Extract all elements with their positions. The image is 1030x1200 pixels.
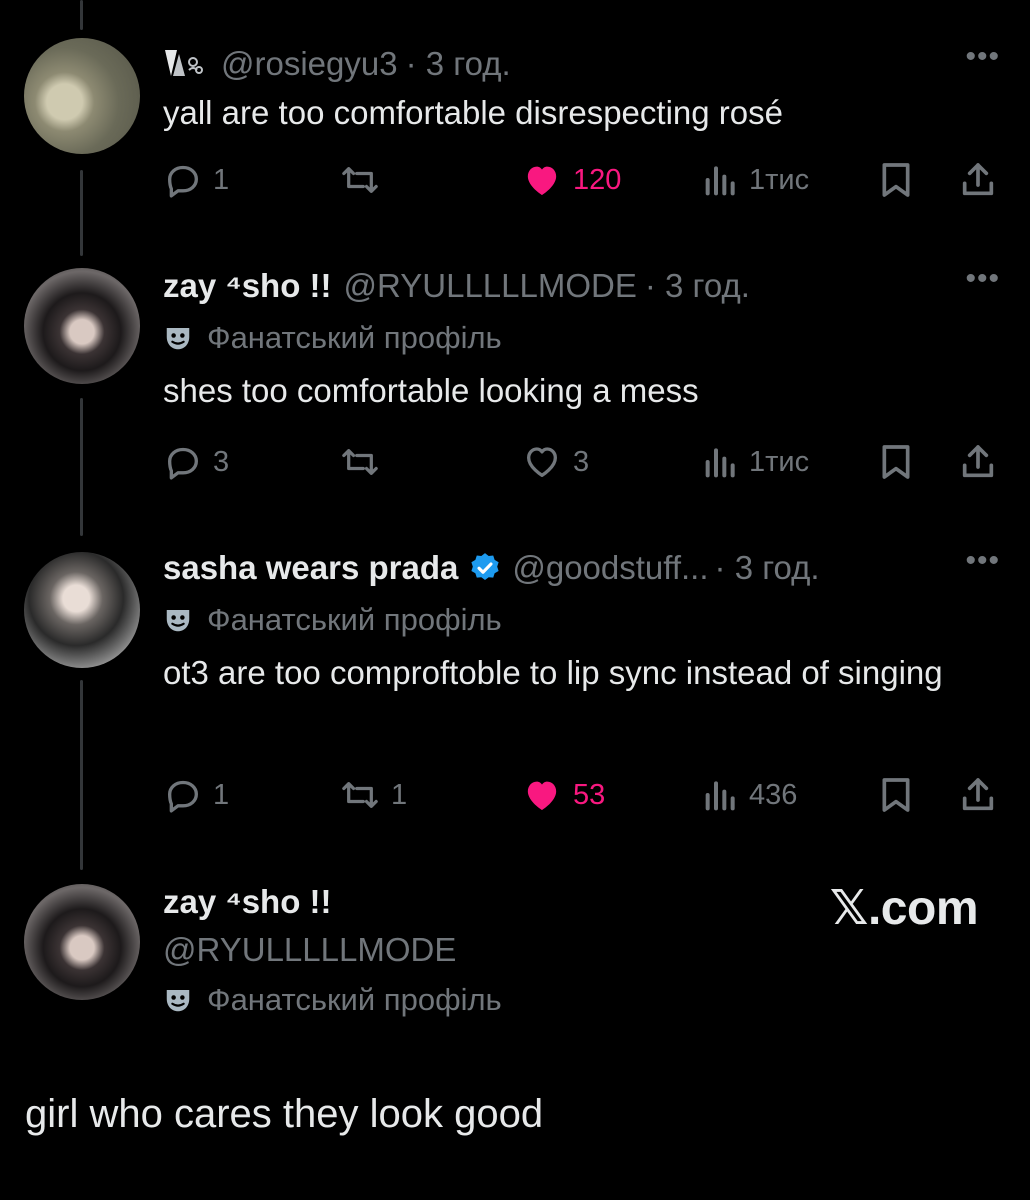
- watermark: 𝕏.com: [829, 882, 979, 935]
- views-icon: [703, 775, 739, 815]
- thread-line: [80, 0, 83, 30]
- verified-badge-icon: [468, 551, 502, 585]
- thread-line: [80, 680, 83, 870]
- action-bar: 1 120 1тис: [163, 155, 1002, 205]
- fan-profile-label: Фанатський профіль: [163, 978, 1000, 1022]
- like-count: 120: [573, 163, 622, 196]
- retweet-button[interactable]: [339, 155, 391, 205]
- retweet-count: 1: [391, 778, 408, 811]
- bookmark-icon: [878, 160, 914, 200]
- avatar[interactable]: [24, 268, 140, 384]
- views-button[interactable]: 1тис: [703, 437, 809, 487]
- mask-icon: [163, 605, 193, 635]
- timestamp[interactable]: · 3 год.: [715, 549, 820, 587]
- tweet-text: ot3 are too comproftoble to lip sync ins…: [163, 654, 943, 691]
- share-button[interactable]: [958, 437, 998, 487]
- retweet-icon: [339, 160, 381, 200]
- bookmark-button[interactable]: [878, 155, 914, 205]
- reply-button[interactable]: 3: [163, 437, 229, 487]
- avatar[interactable]: [24, 38, 140, 154]
- user-handle[interactable]: @RYULLLLLMODE: [163, 931, 456, 969]
- heart-icon: [521, 442, 563, 482]
- views-count: 1тис: [749, 163, 810, 196]
- reply-count: 1: [213, 163, 230, 196]
- tweet: @rosiegyu3 · 3 год. ••• yall are too com…: [163, 42, 1000, 138]
- fan-profile-text: Фанатський профіль: [207, 320, 502, 355]
- user-handle[interactable]: @rosiegyu3: [221, 45, 398, 83]
- views-icon: [703, 160, 739, 200]
- retweet-button[interactable]: 1: [339, 770, 407, 820]
- bookmark-button[interactable]: [878, 770, 914, 820]
- avatar[interactable]: [24, 884, 140, 1000]
- retweet-icon: [339, 775, 381, 815]
- tweet-header: sasha wears prada @goodstuff... · 3 год.: [163, 546, 1000, 590]
- more-icon[interactable]: •••: [965, 264, 1000, 294]
- fan-profile-text: Фанатський профіль: [207, 982, 502, 1017]
- tweet-text: yall are too comfortable disrespecting r…: [163, 94, 783, 131]
- like-button[interactable]: 120: [521, 155, 621, 205]
- tweet-text: shes too comfortable looking a mess: [163, 372, 699, 409]
- action-bar: 1 1 53 436: [163, 770, 1002, 820]
- timestamp[interactable]: · 3 год.: [645, 267, 750, 305]
- like-button[interactable]: 53: [521, 770, 605, 820]
- retweet-button[interactable]: [339, 437, 391, 487]
- reply-icon: [163, 775, 203, 815]
- like-button[interactable]: 3: [521, 437, 589, 487]
- avatar[interactable]: [24, 552, 140, 668]
- bookmark-icon: [878, 775, 914, 815]
- timestamp[interactable]: · 3 год.: [406, 45, 511, 83]
- retweet-icon: [339, 442, 381, 482]
- tweet-header: @rosiegyu3 · 3 год.: [163, 42, 1000, 86]
- mask-icon: [163, 323, 193, 353]
- mask-icon: [163, 985, 193, 1015]
- more-icon[interactable]: •••: [965, 546, 1000, 576]
- share-button[interactable]: [958, 155, 998, 205]
- reply-button[interactable]: 1: [163, 770, 229, 820]
- display-name[interactable]: sasha wears prada: [163, 549, 458, 587]
- reply-button[interactable]: 1: [163, 155, 229, 205]
- tweet-header: zay ⁴sho !! @RYULLLLLMODE · 3 год.: [163, 264, 1000, 308]
- thread-line: [80, 398, 83, 536]
- action-bar: 3 3 1тис: [163, 437, 1002, 487]
- fan-profile-label: Фанатський профіль: [163, 316, 1000, 360]
- like-count: 53: [573, 778, 606, 811]
- views-icon: [703, 442, 739, 482]
- reply-icon: [163, 442, 203, 482]
- fan-profile-label: Фанатський профіль: [163, 598, 1000, 642]
- share-icon: [958, 442, 998, 482]
- bookmark-button[interactable]: [878, 437, 914, 487]
- reply-icon: [163, 160, 203, 200]
- user-handle[interactable]: @goodstuff...: [512, 549, 708, 587]
- thread-line: [80, 170, 83, 256]
- heart-icon: [521, 160, 563, 200]
- display-name[interactable]: zay ⁴sho !!: [163, 267, 332, 305]
- tweet: sasha wears prada @goodstuff... · 3 год.…: [163, 546, 1000, 698]
- fan-profile-text: Фанатський профіль: [207, 602, 502, 637]
- share-icon: [958, 160, 998, 200]
- views-count: 436: [749, 778, 798, 811]
- reply-count: 3: [213, 445, 230, 478]
- share-button[interactable]: [958, 770, 998, 820]
- reply-count: 1: [213, 778, 230, 811]
- more-icon[interactable]: •••: [965, 42, 1000, 72]
- bookmark-icon: [878, 442, 914, 482]
- tweet-text: girl who cares they look good: [25, 1092, 544, 1136]
- display-name[interactable]: zay ⁴sho !!: [163, 883, 332, 921]
- user-handle[interactable]: @RYULLLLLMODE: [344, 267, 637, 305]
- views-button[interactable]: 436: [703, 770, 797, 820]
- heart-icon: [521, 775, 563, 815]
- like-count: 3: [573, 445, 590, 478]
- views-count: 1тис: [749, 445, 810, 478]
- tweet: zay ⁴sho !! @RYULLLLLMODE · 3 год. ••• Ф…: [163, 264, 1000, 416]
- share-icon: [958, 775, 998, 815]
- emoji-icon: [163, 46, 207, 82]
- views-button[interactable]: 1тис: [703, 155, 809, 205]
